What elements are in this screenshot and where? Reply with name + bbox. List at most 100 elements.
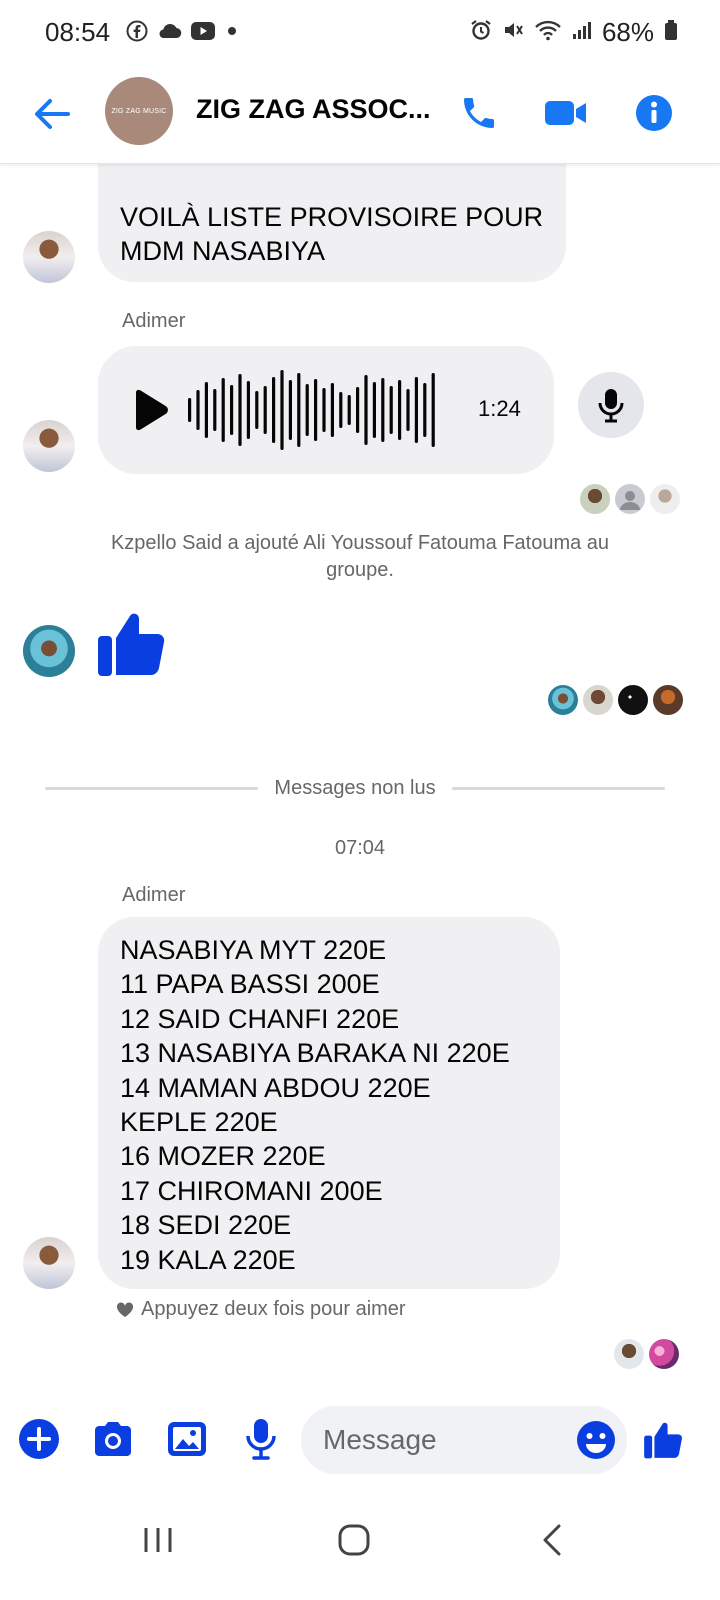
emoji-button[interactable] — [574, 1418, 618, 1462]
message-line: VOILÀ LISTE PROVISOIRE POUR — [120, 202, 544, 232]
waveform-bar — [389, 386, 393, 434]
waveform-bar — [230, 385, 234, 435]
home-icon — [338, 1524, 370, 1556]
reader-avatar — [614, 1339, 644, 1369]
system-indicators: 68% — [470, 17, 678, 48]
waveform-bar — [204, 382, 208, 438]
reader-avatar — [650, 484, 680, 514]
alarm-icon — [470, 17, 492, 48]
recent-apps-icon — [144, 1528, 172, 1552]
info-button[interactable] — [630, 89, 678, 137]
voice-record-button[interactable] — [236, 1414, 286, 1464]
sender-avatar[interactable] — [23, 231, 75, 283]
sender-name: Adimer — [122, 310, 186, 332]
back-nav-button[interactable] — [520, 1508, 584, 1572]
waveform-bar — [297, 373, 301, 447]
plus-circle-icon — [19, 1419, 59, 1459]
waveform-bar — [246, 381, 250, 439]
home-button[interactable] — [322, 1508, 386, 1572]
message-text: VOILÀ LISTE PROVISOIRE POUR MDM NASABIYA — [120, 200, 544, 269]
reader-avatar — [649, 1339, 679, 1369]
more-actions-button[interactable] — [14, 1414, 64, 1464]
waveform-bar — [372, 382, 376, 438]
voice-reply-button[interactable] — [578, 372, 644, 438]
thumbs-up-icon — [644, 1422, 682, 1459]
group-avatar-text: ZIG ZAG MUSIC — [111, 107, 167, 115]
waveform-bar — [280, 370, 284, 450]
waveform-bar — [322, 388, 326, 432]
battery-icon — [664, 17, 678, 48]
chat-title[interactable]: ZIG ZAG ASSOC... — [196, 94, 436, 125]
waveform-bar — [238, 374, 242, 446]
gallery-button[interactable] — [162, 1414, 212, 1464]
message-composer — [0, 1404, 720, 1480]
signal-icon — [572, 17, 592, 48]
message-list[interactable]: VOILÀ LISTE PROVISOIRE POUR MDM NASABIYA… — [0, 164, 720, 1404]
waveform-bar — [221, 378, 225, 442]
waveform-bar — [364, 375, 368, 445]
like-hint: Appuyez deux fois pour aimer — [116, 1298, 406, 1321]
heart-icon — [116, 1301, 134, 1317]
info-icon — [636, 95, 672, 131]
facebook-icon — [126, 20, 148, 47]
sender-avatar[interactable] — [23, 420, 75, 472]
microphone-icon — [598, 389, 624, 423]
reader-avatar — [580, 484, 610, 514]
message-line: 19 KALA 220E — [120, 1244, 296, 1275]
wifi-icon — [534, 17, 562, 48]
divider-line — [451, 787, 666, 790]
waveform-bar — [339, 392, 343, 428]
reader-avatar — [548, 685, 578, 715]
camera-button[interactable] — [88, 1414, 138, 1464]
like-message[interactable] — [96, 606, 166, 683]
divider-line — [45, 787, 259, 790]
voice-message-bubble[interactable]: 1:24 — [98, 346, 554, 474]
system-message: Kzpello Said a ajouté Ali Youssouf Fatou… — [110, 532, 610, 581]
group-avatar[interactable]: ZIG ZAG MUSIC — [105, 77, 173, 145]
message-text: NASABIYA MYT 220E 11 PAPA BASSI 200E 12 … — [120, 933, 538, 1277]
recent-apps-button[interactable] — [126, 1508, 190, 1572]
voice-duration: 1:24 — [478, 396, 521, 421]
sender-avatar[interactable] — [23, 1237, 75, 1289]
thumbs-up-icon — [98, 613, 165, 676]
message-bubble[interactable]: NASABIYA MYT 220E 11 PAPA BASSI 200E 12 … — [98, 917, 560, 1289]
message-line: 16 MOZER 220E — [120, 1141, 326, 1172]
read-receipts[interactable] — [548, 685, 683, 715]
waveform-bar — [347, 395, 351, 425]
youtube-icon — [190, 21, 216, 46]
microphone-icon — [246, 1419, 276, 1460]
message-line: NASABIYA MYT 220E — [120, 935, 387, 965]
reader-avatar — [615, 484, 645, 514]
sender-avatar[interactable] — [23, 625, 75, 677]
message-line: 13 NASABIYA BARAKA NI 220E — [120, 1038, 510, 1069]
waveform-bar — [314, 379, 318, 441]
waveform-bar — [188, 398, 192, 422]
sender-name: Adimer — [122, 884, 186, 906]
battery-level: 68% — [601, 17, 654, 47]
arrow-left-icon — [35, 99, 70, 129]
waveform-bar — [272, 377, 276, 443]
message-timestamp: 07:04 — [334, 837, 386, 859]
waveform-bar — [213, 389, 217, 431]
message-line: MDM NASABIYA — [120, 236, 326, 267]
cloud-icon — [156, 22, 182, 45]
like-hint-text: Appuyez deux fois pour aimer — [141, 1298, 406, 1320]
back-button[interactable] — [30, 92, 74, 136]
read-receipts[interactable] — [614, 1339, 679, 1369]
voice-call-button[interactable] — [455, 89, 503, 137]
read-receipts[interactable] — [580, 484, 680, 514]
play-button[interactable] — [130, 389, 170, 436]
audio-waveform[interactable] — [186, 370, 446, 450]
video-call-button[interactable] — [542, 89, 590, 137]
status-time: 08:54 — [45, 17, 111, 47]
system-navigation-bar — [0, 1480, 720, 1600]
send-like-button[interactable] — [638, 1414, 688, 1464]
unread-divider-label: Messages non lus — [274, 777, 436, 799]
waveform-bar — [196, 390, 200, 430]
back-nav-icon — [543, 1524, 561, 1556]
smiley-icon — [577, 1421, 615, 1459]
message-line: 18 SEDI 220E — [120, 1210, 292, 1241]
message-line: 14 MAMAN ABDOU 220E — [120, 1072, 431, 1103]
message-bubble[interactable]: VOILÀ LISTE PROVISOIRE POUR MDM NASABIYA — [98, 164, 566, 282]
play-icon — [136, 389, 168, 431]
